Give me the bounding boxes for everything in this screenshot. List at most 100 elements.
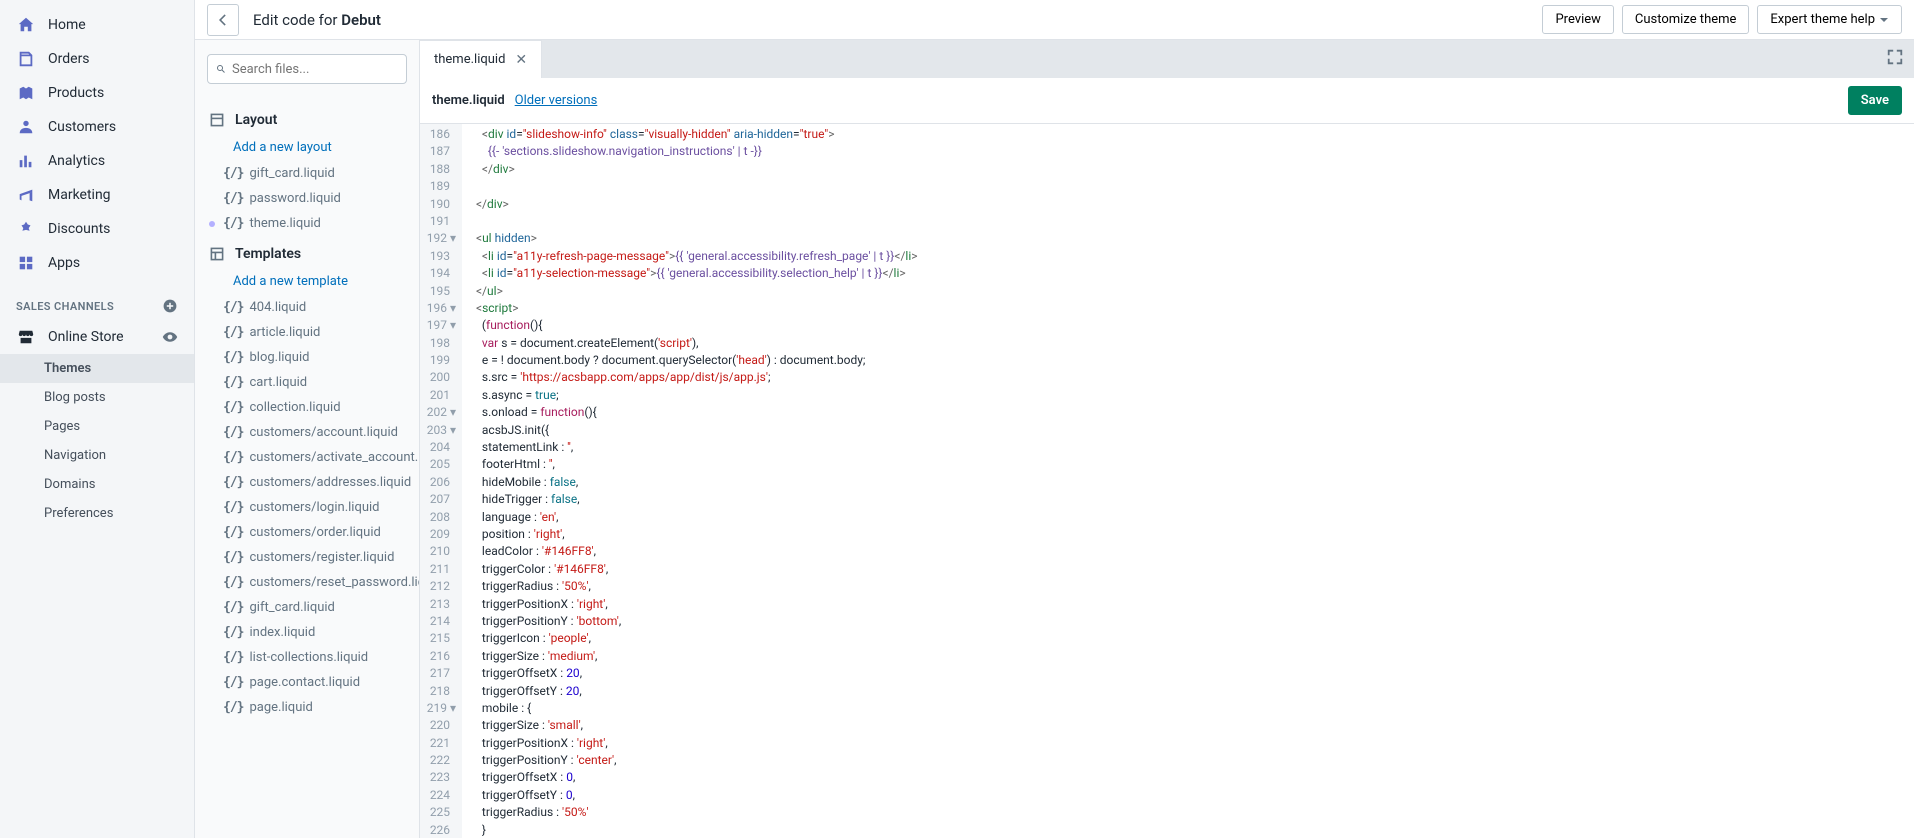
- file-name: gift_card.liquid: [249, 600, 334, 615]
- tab-label: theme.liquid: [434, 52, 505, 67]
- liquid-icon: {/}: [223, 350, 243, 365]
- store-icon: [16, 327, 36, 347]
- liquid-icon: {/}: [223, 600, 243, 615]
- tab-close-icon[interactable]: ✕: [515, 52, 527, 68]
- nav-item-analytics[interactable]: Analytics: [0, 144, 194, 178]
- file-item[interactable]: {/} list-collections.liquid: [195, 645, 419, 670]
- file-name: collection.liquid: [249, 400, 340, 415]
- back-button[interactable]: [207, 4, 239, 36]
- file-item[interactable]: {/}customers/login.liquid: [195, 495, 419, 520]
- search-input[interactable]: [232, 62, 398, 77]
- file-item[interactable]: {/} page.contact.liquid: [195, 670, 419, 695]
- add-layout-link[interactable]: Add a new layout: [195, 134, 419, 161]
- file-item[interactable]: {/}customers/addresses.liquid: [195, 470, 419, 495]
- file-item[interactable]: {/} index.liquid: [195, 620, 419, 645]
- code-content[interactable]: <div id="slideshow-info" class="visually…: [462, 124, 926, 838]
- file-item[interactable]: {/}cart.liquid: [195, 370, 419, 395]
- older-versions-link[interactable]: Older versions: [515, 93, 598, 108]
- nav-icon: [16, 219, 36, 239]
- liquid-icon: {/}: [223, 325, 243, 340]
- file-item[interactable]: {/}customers/account.liquid: [195, 420, 419, 445]
- page-title-prefix: Edit code for: [253, 11, 341, 29]
- nav-item-orders[interactable]: Orders: [0, 42, 194, 76]
- file-item[interactable]: {/} customers/reset_password.liq: [195, 570, 419, 595]
- nav-label: Discounts: [48, 221, 110, 237]
- file-item[interactable]: {/} gift_card.liquid: [195, 161, 419, 186]
- fullscreen-icon[interactable]: [1886, 48, 1904, 66]
- layout-section-header[interactable]: Layout: [195, 102, 419, 134]
- file-header: theme.liquid Older versions Save: [420, 78, 1914, 124]
- file-name: customers/addresses.liquid: [249, 475, 411, 490]
- file-name: customers/activate_account.li: [249, 450, 419, 465]
- nav-online-store[interactable]: Online Store: [0, 320, 194, 354]
- nav-label: Orders: [48, 51, 90, 67]
- sales-channels-header: SALES CHANNELS: [0, 280, 194, 320]
- file-item[interactable]: {/}theme.liquid: [195, 211, 419, 236]
- file-item[interactable]: {/}customers/order.liquid: [195, 520, 419, 545]
- search-wrap: [195, 40, 419, 98]
- nav-icon: [16, 151, 36, 171]
- file-item[interactable]: {/}customers/activate_account.li: [195, 445, 419, 470]
- save-button[interactable]: Save: [1848, 86, 1902, 115]
- liquid-icon: {/}: [223, 166, 243, 181]
- nav-item-apps[interactable]: Apps: [0, 246, 194, 280]
- file-item[interactable]: {/}collection.liquid: [195, 395, 419, 420]
- file-name: customers/order.liquid: [249, 525, 380, 540]
- nav-sub-preferences[interactable]: Preferences: [0, 499, 194, 528]
- file-item[interactable]: {/}customers/register.liquid: [195, 545, 419, 570]
- file-item[interactable]: {/}page.liquid: [195, 695, 419, 720]
- nav-item-discounts[interactable]: Discounts: [0, 212, 194, 246]
- file-name: page.contact.liquid: [249, 675, 360, 690]
- liquid-icon: {/}: [223, 575, 243, 590]
- liquid-icon: {/}: [223, 425, 243, 440]
- file-name: blog.liquid: [249, 350, 309, 365]
- file-item[interactable]: {/}404.liquid: [195, 295, 419, 320]
- preview-button[interactable]: Preview: [1542, 5, 1613, 34]
- view-store-icon[interactable]: [162, 329, 178, 345]
- nav-sub-navigation[interactable]: Navigation: [0, 441, 194, 470]
- add-channel-icon[interactable]: [162, 298, 178, 314]
- file-item[interactable]: {/} blog.liquid: [195, 345, 419, 370]
- file-header-name: theme.liquid: [432, 93, 505, 108]
- nav-sub-pages[interactable]: Pages: [0, 412, 194, 441]
- nav-icon: [16, 83, 36, 103]
- expert-help-button[interactable]: Expert theme help: [1757, 5, 1902, 34]
- nav-sub-blog-posts[interactable]: Blog posts: [0, 383, 194, 412]
- nav-sub-themes[interactable]: Themes: [0, 354, 194, 383]
- file-item[interactable]: {/} gift_card.liquid: [195, 595, 419, 620]
- liquid-icon: {/}: [223, 550, 243, 565]
- nav-sub-domains[interactable]: Domains: [0, 470, 194, 499]
- file-item[interactable]: {/}article.liquid: [195, 320, 419, 345]
- file-name: gift_card.liquid: [249, 166, 334, 181]
- line-gutter: 186 187 188 189 190 191 192 ▾193 194 195…: [420, 124, 462, 838]
- liquid-icon: {/}: [223, 650, 243, 665]
- nav-item-products[interactable]: Products: [0, 76, 194, 110]
- liquid-icon: {/}: [223, 191, 243, 206]
- liquid-icon: {/}: [223, 375, 243, 390]
- code-editor[interactable]: 186 187 188 189 190 191 192 ▾193 194 195…: [420, 124, 1914, 838]
- file-name: index.liquid: [249, 625, 315, 640]
- liquid-icon: {/}: [223, 625, 243, 640]
- nav-label: Customers: [48, 119, 116, 135]
- file-item[interactable]: {/}password.liquid: [195, 186, 419, 211]
- customize-theme-button[interactable]: Customize theme: [1622, 5, 1750, 34]
- templates-section-header[interactable]: Templates: [195, 236, 419, 268]
- top-actions: Preview Customize theme Expert theme hel…: [1542, 5, 1902, 34]
- page-title: Edit code for Debut: [253, 11, 381, 29]
- nav-item-customers[interactable]: Customers: [0, 110, 194, 144]
- add-template-link[interactable]: Add a new template: [195, 268, 419, 295]
- layout-icon: [209, 112, 225, 128]
- file-list-scroll[interactable]: Layout Add a new layout {/} gift_card.liq…: [195, 98, 419, 838]
- search-icon: [216, 61, 226, 77]
- liquid-icon: {/}: [223, 675, 243, 690]
- workspace: Layout Add a new layout {/} gift_card.liq…: [195, 40, 1914, 838]
- file-name: customers/reset_password.liq: [249, 575, 419, 590]
- search-box[interactable]: [207, 54, 407, 84]
- nav-item-marketing[interactable]: Marketing: [0, 178, 194, 212]
- file-name: list-collections.liquid: [249, 650, 368, 665]
- tab-theme-liquid[interactable]: theme.liquid ✕: [420, 40, 542, 78]
- main-area: Edit code for Debut Preview Customize th…: [195, 0, 1914, 838]
- nav-item-home[interactable]: Home: [0, 8, 194, 42]
- nav-icon: [16, 253, 36, 273]
- top-bar: Edit code for Debut Preview Customize th…: [195, 0, 1914, 40]
